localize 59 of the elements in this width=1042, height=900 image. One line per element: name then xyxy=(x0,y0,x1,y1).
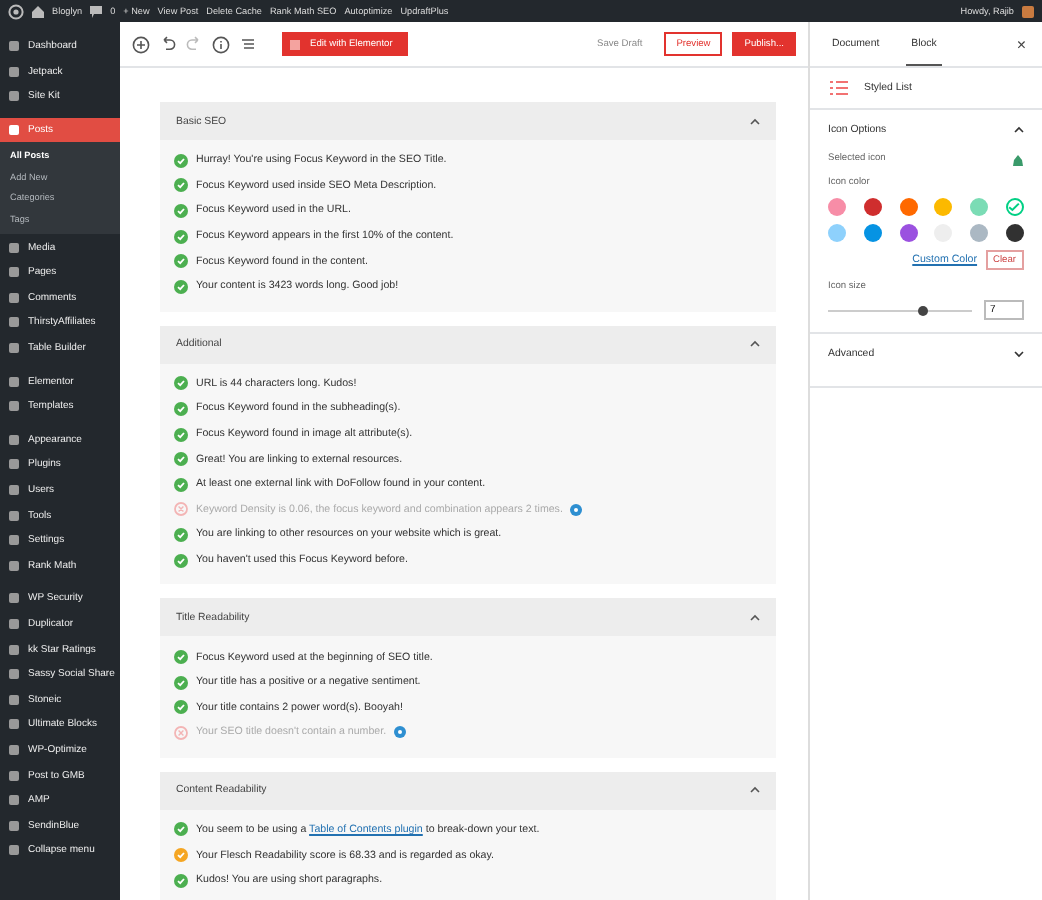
color-swatch[interactable] xyxy=(863,198,882,216)
menu-square-icon xyxy=(8,643,20,656)
color-swatch[interactable] xyxy=(1005,224,1024,242)
color-swatch[interactable] xyxy=(970,224,989,242)
menu-square-icon xyxy=(8,844,20,857)
menu-square-icon xyxy=(8,90,20,103)
redo-icon[interactable] xyxy=(186,36,202,52)
menu-square-icon xyxy=(8,40,20,53)
caret-icon xyxy=(1014,350,1024,358)
help-icon[interactable] xyxy=(394,726,407,739)
menu-square-icon xyxy=(8,769,20,782)
menu-square-icon xyxy=(8,124,20,137)
menu-square-icon xyxy=(8,617,20,630)
menu-square-icon xyxy=(8,668,20,681)
color-swatch[interactable] xyxy=(899,198,918,216)
menu-square-icon xyxy=(8,559,20,572)
help-icon[interactable] xyxy=(570,503,583,516)
menu-square-icon xyxy=(8,266,20,279)
color-swatch[interactable] xyxy=(828,224,846,242)
color-swatch[interactable] xyxy=(899,224,918,242)
menu-square-icon xyxy=(8,819,20,832)
color-swatch[interactable] xyxy=(934,198,953,216)
color-swatch[interactable] xyxy=(863,224,882,242)
caret-icon xyxy=(750,340,760,349)
menu-square-icon xyxy=(8,375,20,388)
menu-square-icon xyxy=(8,316,20,329)
menu-square-icon xyxy=(8,342,20,355)
menu-square-icon xyxy=(8,291,20,304)
menu-square-icon xyxy=(8,534,20,547)
list-view-icon[interactable] xyxy=(240,36,256,52)
menu-square-icon xyxy=(8,592,20,605)
comment-icon[interactable] xyxy=(90,5,103,17)
caret-icon xyxy=(1014,126,1024,134)
close-button[interactable]: × xyxy=(1016,35,1026,53)
menu-square-icon xyxy=(8,693,20,706)
menu-square-icon xyxy=(8,458,20,471)
menu-square-icon xyxy=(8,433,20,446)
menu-square-icon xyxy=(8,743,20,756)
menu-square-icon xyxy=(8,484,20,497)
caret-icon xyxy=(750,613,760,622)
menu-square-icon xyxy=(8,718,20,731)
menu-square-icon xyxy=(8,241,20,254)
info-icon[interactable] xyxy=(212,35,230,53)
caret-icon xyxy=(750,786,760,795)
color-swatch[interactable] xyxy=(970,198,989,216)
list-icon xyxy=(830,80,848,96)
undo-icon[interactable] xyxy=(160,36,176,52)
menu-square-icon xyxy=(8,65,20,78)
checkmark-icon xyxy=(1008,202,1021,212)
avatar[interactable] xyxy=(1022,5,1034,17)
menu-square-icon xyxy=(8,794,20,807)
color-swatch[interactable] xyxy=(828,198,846,216)
caret-icon xyxy=(750,117,760,125)
color-swatch[interactable] xyxy=(1005,198,1024,216)
menu-square-icon xyxy=(8,400,20,413)
menu-square-icon xyxy=(8,509,20,522)
slider-thumb[interactable] xyxy=(918,305,929,315)
home-icon xyxy=(32,5,44,17)
add-block-icon[interactable] xyxy=(132,35,150,53)
